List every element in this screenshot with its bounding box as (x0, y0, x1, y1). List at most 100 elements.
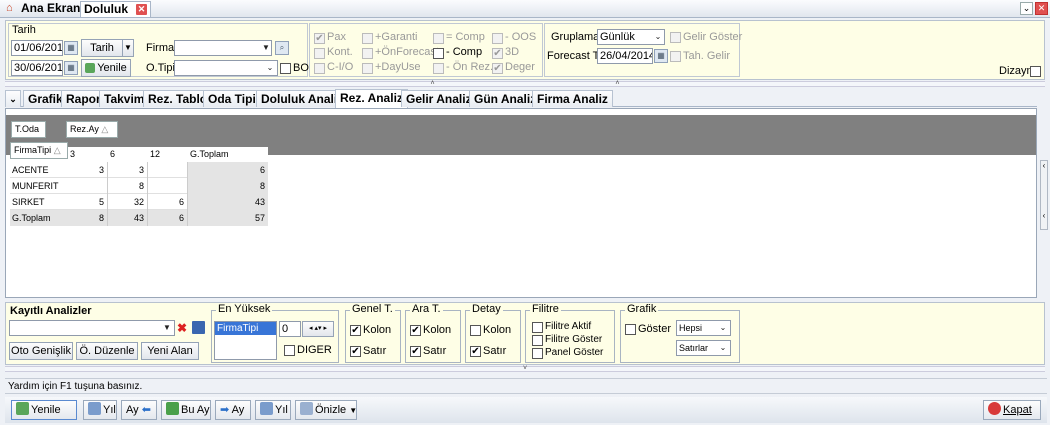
end-date-field[interactable]: 30/06/2011 (11, 60, 63, 76)
on-rez-checkbox[interactable] (433, 63, 444, 74)
en-yuksek-list[interactable]: FirmaTipi (214, 321, 277, 360)
kapat-button[interactable]: Kapat (983, 400, 1041, 420)
tah-gelir-label: Tah. Gelir (683, 50, 731, 62)
saved-analysis-select[interactable] (9, 320, 175, 336)
genel-kolon-checkbox[interactable]: ✔ (350, 325, 361, 336)
eq-comp-checkbox[interactable] (433, 33, 444, 44)
detay-kolon-checkbox[interactable] (470, 325, 481, 336)
row-field-toda[interactable]: T.Oda (11, 121, 46, 138)
calendar-icon[interactable]: ▦ (64, 61, 78, 75)
grafik-goster-checkbox[interactable] (625, 324, 636, 335)
chevron-down-icon[interactable]: ▼ (122, 39, 134, 57)
detay-satir-checkbox[interactable]: ✔ (470, 346, 481, 357)
close-icon[interactable]: ✕ (1035, 2, 1048, 15)
yil-forward-button[interactable]: Yıl (255, 400, 291, 420)
gelir-goster-checkbox[interactable] (670, 32, 681, 43)
tab-takvim[interactable]: Takvim (99, 90, 150, 107)
ay-label: Ay (231, 404, 245, 416)
row-field-firmatipi[interactable]: FirmaTipi △ (10, 142, 68, 159)
ara-satir-checkbox[interactable]: ✔ (410, 346, 421, 357)
chevron-down-icon[interactable]: ⌄ (5, 90, 21, 107)
field-label: Rez.Ay (70, 124, 99, 134)
tab-doluluk[interactable]: Doluluk ✕ (80, 1, 151, 17)
field-label: T.Oda (15, 124, 40, 134)
start-date-field[interactable]: 01/06/2010 (11, 40, 63, 56)
goster-label: Göster (638, 323, 672, 335)
bu-ay-button[interactable]: Bu Ay (161, 400, 211, 420)
delete-icon[interactable]: ✖ (177, 321, 187, 335)
dizayn-label: Dizayn (999, 65, 1033, 77)
tab-ana-ekran[interactable]: Ana Ekran (18, 1, 83, 17)
refresh-icon (85, 63, 96, 73)
comp-checkbox[interactable] (433, 48, 444, 59)
calendar-icon[interactable]: ▦ (64, 41, 78, 55)
diger-checkbox[interactable] (284, 345, 295, 356)
splitter[interactable]: ˄ ˄ (5, 80, 1045, 87)
chevron-down-icon[interactable]: ⌄ (1020, 2, 1033, 15)
filitre-aktif-checkbox[interactable] (532, 322, 543, 333)
oos-checkbox[interactable] (492, 33, 503, 44)
ay-back-button[interactable]: Ay ⬅ (121, 400, 157, 420)
onizle-button[interactable]: Önizle ▼ (295, 400, 357, 420)
status-bar: Yardım için F1 tuşuna basınız. (5, 378, 1047, 394)
grafik-label: Grafik (625, 303, 659, 315)
yenile-button[interactable]: Yenile (81, 59, 131, 77)
save-icon[interactable] (192, 321, 205, 334)
tarih-label: Tarih (12, 24, 36, 36)
deger-label: Deger (505, 61, 535, 73)
tab-rez-tablo[interactable]: Rez. Tablo (143, 90, 213, 107)
yenile-button[interactable]: Yenile (11, 400, 77, 420)
deger-checkbox[interactable]: ✔ (492, 63, 503, 74)
dizayn-checkbox[interactable] (1030, 66, 1041, 77)
onforecast-checkbox[interactable] (362, 48, 373, 59)
oto-genislik-button[interactable]: Oto Genişlik (9, 342, 73, 360)
pax-checkbox[interactable]: ✔ (314, 33, 325, 44)
yil-back-button[interactable]: Yıl (83, 400, 117, 420)
forecast-date-field[interactable]: 26/04/2014 (597, 48, 653, 64)
forecast-label: Forecast T. (547, 50, 602, 62)
kolon-label: Kolon (483, 324, 512, 336)
ara-label: Ara T. (410, 303, 443, 315)
kolon-label: Kolon (363, 324, 392, 336)
search-icon[interactable]: ⌕ (275, 41, 289, 55)
tab-gelir-analiz[interactable]: Gelir Analiz (401, 90, 477, 107)
tab-rez-analiz[interactable]: Rez. Analiz (335, 89, 408, 108)
kayitli-analizler-label: Kayıtlı Analizler (10, 305, 92, 317)
side-splitter[interactable]: ‹ ‹ (1040, 160, 1048, 230)
close-icon[interactable]: ✕ (136, 4, 147, 15)
column-field-rez-ay[interactable]: Rez.Ay △ (66, 121, 118, 138)
on-rez-label: - Ön Rez. (446, 61, 494, 73)
garanti-checkbox[interactable] (362, 33, 373, 44)
firma-select[interactable] (174, 40, 272, 56)
tah-gelir-checkbox[interactable] (670, 51, 681, 62)
ara-kolon-checkbox[interactable]: ✔ (410, 325, 421, 336)
filitre-goster-checkbox[interactable] (532, 335, 543, 346)
yeni-alan-button[interactable]: Yeni Alan (141, 342, 199, 360)
tab-gun-analiz[interactable]: Gün Analiz (469, 90, 542, 107)
bo-checkbox[interactable] (280, 63, 291, 74)
3d-checkbox[interactable]: ✔ (492, 48, 503, 59)
ay-label: Ay (126, 404, 139, 416)
panel-goster-checkbox[interactable] (532, 348, 543, 359)
otipi-select[interactable] (174, 60, 278, 76)
data-cell (68, 178, 108, 194)
dayuse-checkbox[interactable] (362, 63, 373, 74)
garanti-label: +Garanti (375, 31, 418, 43)
row-label: SIRKET (12, 197, 45, 207)
bu-ay-label: Bu Ay (181, 404, 210, 416)
o-duzenle-button[interactable]: Ö. Düzenle (76, 342, 138, 360)
tab-label: Ana Ekran (21, 1, 81, 15)
cio-checkbox[interactable] (314, 63, 325, 74)
calendar-icon[interactable]: ▦ (654, 49, 668, 63)
kont-checkbox[interactable] (314, 48, 325, 59)
tarih-button[interactable]: Tarih (81, 39, 123, 57)
tab-firma-analiz[interactable]: Firma Analiz (532, 90, 613, 107)
list-item[interactable]: FirmaTipi (215, 322, 276, 335)
data-cell (148, 162, 188, 178)
en-yuksek-spinner[interactable]: 0 (279, 321, 301, 337)
splitter[interactable]: ˅ (5, 365, 1045, 372)
ay-forward-button[interactable]: ➡ Ay (215, 400, 251, 420)
genel-satir-checkbox[interactable]: ✔ (350, 346, 361, 357)
tab-oda-tipi[interactable]: Oda Tipi (203, 90, 261, 107)
spinner-arrows[interactable]: ◂ ▴▾ ▸ (302, 321, 334, 337)
